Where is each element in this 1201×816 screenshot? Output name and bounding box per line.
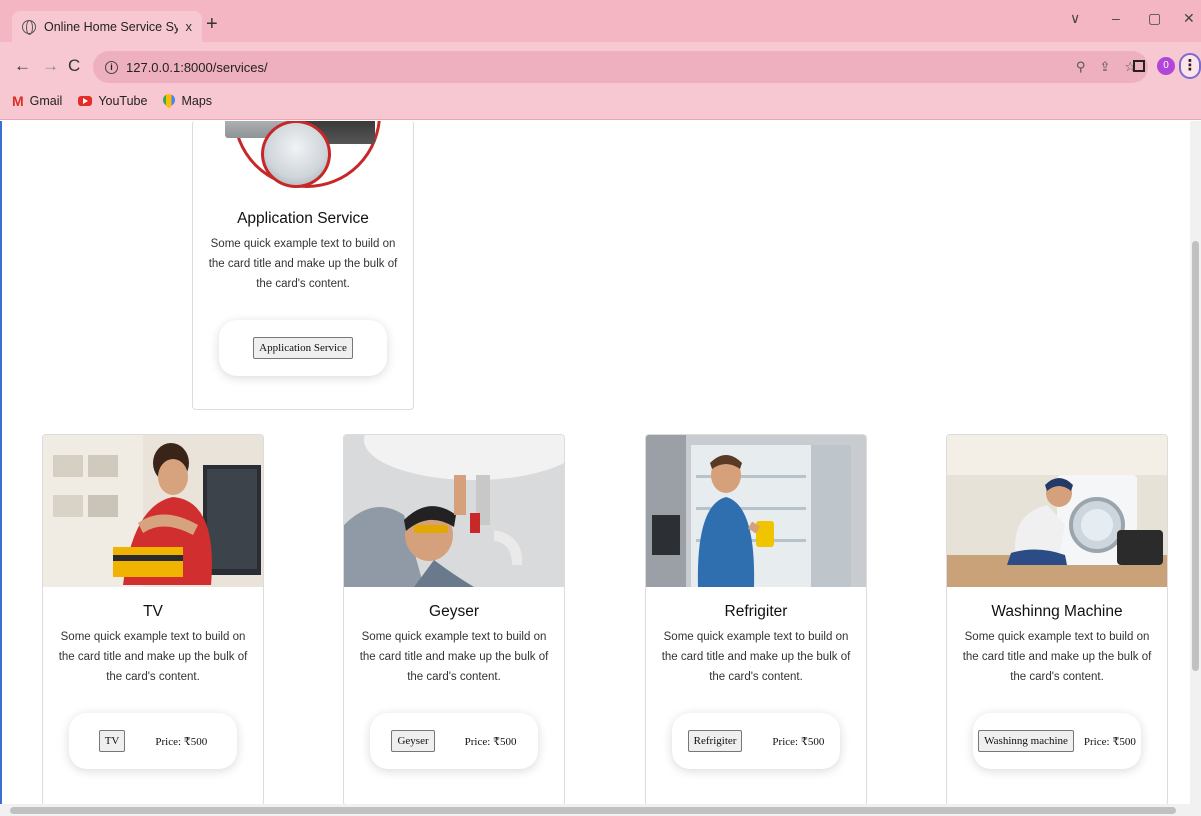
card-footer: Washinng machine Price: ₹500 [973,713,1141,769]
bookmark-youtube[interactable]: YouTube [78,94,147,108]
card-text: Some quick example text to build on the … [208,238,398,290]
tab-close-button[interactable]: x [186,19,193,34]
card-footer: Refrigiter Price: ₹500 [672,713,840,769]
card-text: Some quick example text to build on the … [58,631,248,683]
washing-machine-repair-image [947,435,1167,587]
browser-chrome: Online Home Service System x + ∨ – ▢ ✕ ←… [0,0,1201,120]
browser-tab[interactable]: Online Home Service System x [12,11,202,42]
service-card-tv: TV Some quick example text to build on t… [42,434,264,804]
price-label: Price: ₹500 [772,735,825,748]
close-window-button[interactable]: ✕ [1183,10,1195,27]
tv-service-button[interactable]: TV [98,730,126,752]
bookmark-label: Gmail [29,94,63,108]
maps-icon [163,94,175,108]
card-footer: TV Price: ₹500 [69,713,237,769]
forward-arrow-icon[interactable]: → [42,56,59,76]
geyser-repair-illustration [344,435,564,587]
washing-machine-repair-illustration [947,435,1167,587]
fridge-repair-image [646,435,866,587]
reload-icon[interactable]: C [68,56,80,76]
service-card-geyser: Geyser Some quick example text to build … [343,434,565,804]
application-service-button[interactable]: Application Service [253,337,353,359]
bookmarks-bar: M Gmail YouTube Maps [12,93,212,109]
fridge-repair-illustration [646,435,866,587]
card-footer: Application Service [219,320,387,376]
share-icon[interactable]: ⇪ [1099,59,1110,75]
service-card-refrigerator: Refrigiter Some quick example text to bu… [645,434,867,804]
zoom-icon[interactable]: ⚲ [1076,59,1086,75]
minimize-button[interactable]: – [1112,10,1120,26]
vertical-scrollbar[interactable] [1190,121,1201,804]
site-info-icon[interactable]: i [105,60,118,74]
price-label: Price: ₹500 [464,735,517,748]
maximize-button[interactable]: ▢ [1148,10,1161,27]
price-label: Price: ₹500 [155,735,208,748]
card-text: Some quick example text to build on the … [661,631,851,683]
tv-repair-illustration [43,435,263,587]
profile-avatar[interactable]: 0 [1157,57,1175,75]
horizontal-scrollbar[interactable] [0,804,1201,816]
card-title: Geyser [429,603,479,620]
tab-title: Online Home Service System [44,19,178,34]
menu-kebab-icon[interactable]: ⋮ [1179,53,1201,79]
gmail-icon: M [12,93,24,109]
youtube-icon [78,96,93,106]
side-panel-icon[interactable] [1133,60,1145,72]
address-row: ← → C i 127.0.0.1:8000/services/ ⚲ ⇪ ☆ 0… [0,48,1201,86]
page-viewport: Application Service Some quick example t… [0,121,1190,804]
service-card-application: Application Service Some quick example t… [192,121,414,410]
card-text: Some quick example text to build on the … [359,631,549,683]
tab-search-icon[interactable]: ∨ [1070,10,1080,27]
bookmark-maps[interactable]: Maps [163,94,212,108]
appliances-image [193,121,413,194]
card-title: Washinng Machine [991,603,1123,620]
globe-icon [22,19,36,35]
card-title: TV [143,603,163,620]
tv-repair-image [43,435,263,587]
address-bar[interactable]: i 127.0.0.1:8000/services/ ⚲ ⇪ ☆ [93,51,1148,83]
bookmark-label: Maps [181,94,213,108]
refrigerator-service-button[interactable]: Refrigiter [687,730,743,752]
new-tab-button[interactable]: + [206,14,218,34]
dishwasher-shape [261,121,331,188]
scrollbar-thumb[interactable] [1192,241,1199,671]
geyser-service-button[interactable]: Geyser [391,730,435,752]
card-text: Some quick example text to build on the … [962,631,1152,683]
bookmark-label: YouTube [98,94,148,108]
bookmark-gmail[interactable]: M Gmail [12,93,62,109]
service-card-washing-machine: Washinng Machine Some quick example text… [946,434,1168,804]
geyser-repair-image [344,435,564,587]
tab-strip: Online Home Service System x + ∨ – ▢ ✕ [0,0,1201,42]
washing-machine-service-button[interactable]: Washinng machine [978,730,1074,752]
scrollbar-thumb[interactable] [10,807,1176,814]
back-arrow-icon[interactable]: ← [14,56,31,76]
price-label: Price: ₹500 [1083,735,1136,748]
card-title: Refrigiter [724,603,788,620]
card-footer: Geyser Price: ₹500 [370,713,538,769]
url-text: 127.0.0.1:8000/services/ [126,59,268,75]
card-title: Application Service [237,210,369,227]
